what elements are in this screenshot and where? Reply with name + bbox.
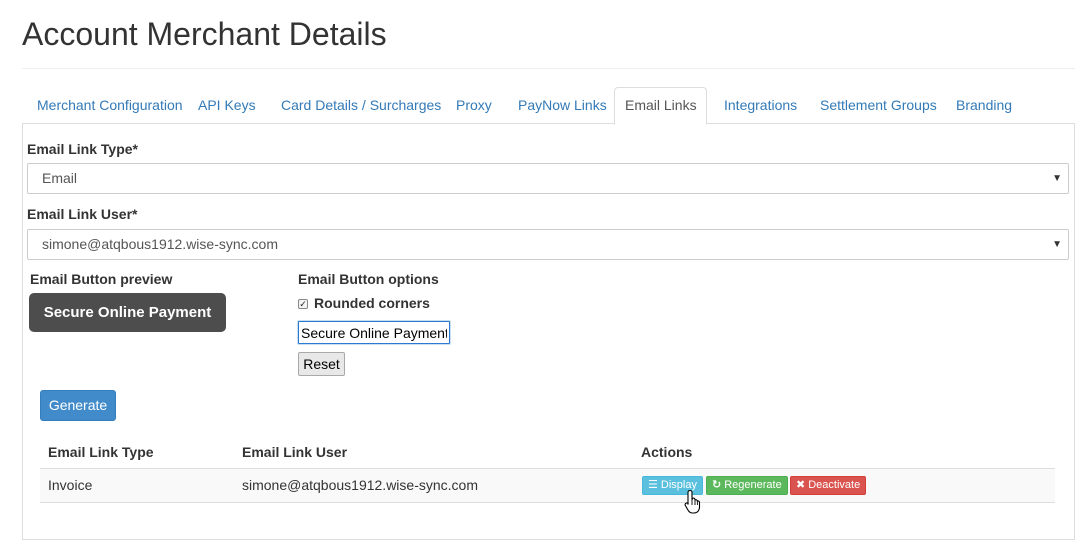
tab-settlement-groups[interactable]: Settlement Groups [809,87,948,124]
tab-proxy[interactable]: Proxy [445,87,503,124]
email-button-preview: Secure Online Payment [29,293,226,332]
email-link-user-label: Email Link User* [27,206,138,222]
close-icon: ✖ [796,479,806,491]
table-row: Invoice simone@atqbous1912.wise-sync.com… [40,469,1055,503]
column-header-email-link-user: Email Link User [242,444,348,460]
email-button-options-label: Email Button options [298,271,439,287]
refresh-icon: ↻ [712,479,722,491]
rounded-corners-label: Rounded corners [314,295,430,311]
tab-paynow-links[interactable]: PayNow Links [507,87,618,124]
deactivate-button-label: Deactivate [808,479,861,491]
column-header-actions: Actions [641,444,693,460]
tab-merchant-configuration[interactable]: Merchant Configuration [26,87,194,124]
tab-email-links[interactable]: Email Links [614,87,707,125]
tab-integrations[interactable]: Integrations [713,87,808,124]
reset-button[interactable]: Reset [298,352,345,376]
regenerate-button-label: Regenerate [724,479,782,491]
caret-down-icon: ▼ [1052,173,1062,184]
tab-bar: Merchant Configuration API Keys Card Det… [22,87,1075,125]
email-link-type-label: Email Link Type* [27,141,138,157]
list-icon: ☰ [648,479,658,491]
generate-button[interactable]: Generate [40,390,116,421]
rounded-corners-option: ✓ Rounded corners [298,295,430,311]
email-link-user-value: simone@atqbous1912.wise-sync.com [42,236,278,252]
caret-down-icon: ▼ [1052,239,1062,250]
email-link-type-value: Email [42,170,78,186]
email-button-preview-label: Email Button preview [30,271,173,287]
deactivate-button[interactable]: ✖ Deactivate [790,476,867,495]
row-email-link-user: simone@atqbous1912.wise-sync.com [242,477,478,493]
button-text-input[interactable] [298,321,450,344]
email-link-type-select[interactable]: Email ▼ [27,163,1069,194]
row-email-link-type: Invoice [48,477,93,493]
tab-branding[interactable]: Branding [945,87,1023,124]
column-header-email-link-type: Email Link Type [48,444,154,460]
rounded-corners-checkbox[interactable]: ✓ [298,299,308,309]
tab-api-keys[interactable]: API Keys [187,87,267,124]
hand-pointer-icon [684,489,701,514]
regenerate-button[interactable]: ↻ Regenerate [706,476,788,495]
page-title: Account Merchant Details [22,16,387,52]
email-link-user-select[interactable]: simone@atqbous1912.wise-sync.com ▼ [27,229,1069,260]
title-divider [22,68,1075,69]
tab-card-details-surcharges[interactable]: Card Details / Surcharges [270,87,452,124]
